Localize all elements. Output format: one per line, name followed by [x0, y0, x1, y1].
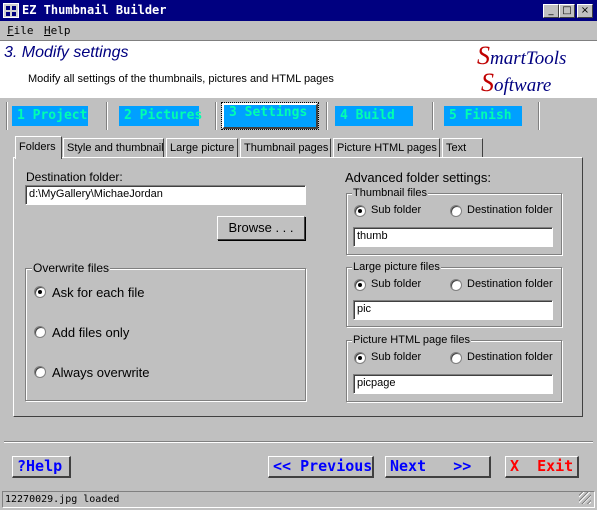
- ask-each-file-radio[interactable]: [34, 286, 46, 298]
- large-picture-files-title: Large picture files: [352, 261, 441, 273]
- menu-help-accel: H: [44, 24, 51, 37]
- tab-text[interactable]: Text: [442, 138, 483, 158]
- folders-tab-panel: Destination folder: d:\MyGallery\MichaeJ…: [13, 157, 583, 417]
- large-picture-destination-radio[interactable]: [450, 279, 462, 291]
- status-text: 12270029.jpg loaded: [5, 494, 120, 505]
- picture-html-folder-input[interactable]: picpage: [353, 374, 553, 394]
- logo-letter-s: S: [477, 41, 490, 70]
- menu-help[interactable]: Help: [44, 24, 71, 37]
- previous-button[interactable]: << Previous: [268, 456, 374, 478]
- ask-each-file-label: Ask for each file: [52, 285, 145, 300]
- bottom-divider: [4, 441, 593, 443]
- step-separator: [538, 102, 540, 130]
- status-bar: 12270029.jpg loaded: [2, 491, 595, 508]
- close-button[interactable]: ×: [577, 4, 593, 18]
- step-build-button[interactable]: 4 Build: [335, 106, 413, 126]
- app-icon[interactable]: [3, 3, 19, 18]
- minimize-button[interactable]: _: [543, 4, 559, 18]
- step-separator: [215, 102, 217, 130]
- always-overwrite-label: Always overwrite: [52, 365, 150, 380]
- exit-x-icon: X: [510, 457, 520, 475]
- picture-html-files-title: Picture HTML page files: [352, 334, 471, 346]
- step-pictures-button[interactable]: 2 Pictures: [119, 106, 202, 126]
- step-settings-button[interactable]: 3 Settings: [221, 102, 319, 130]
- destination-folder-label: Destination folder:: [26, 170, 123, 184]
- logo-text-oftware: oftware: [494, 75, 552, 96]
- tab-style-and-thumbnail[interactable]: Style and thumbnail: [63, 138, 164, 158]
- thumbnail-folder-input[interactable]: thumb: [353, 227, 553, 247]
- large-picture-destination-label: Destination folder: [467, 278, 553, 290]
- picture-html-subfolder-radio[interactable]: [354, 352, 366, 364]
- large-picture-subfolder-radio[interactable]: [354, 279, 366, 291]
- maximize-button[interactable]: □: [559, 4, 575, 18]
- thumbnail-destination-radio[interactable]: [450, 205, 462, 217]
- thumbnail-subfolder-label: Sub folder: [371, 204, 422, 216]
- tab-large-picture[interactable]: Large picture: [166, 138, 238, 158]
- smarttools-logo: SmartTools Software: [477, 41, 573, 97]
- logo-line-1: SmartTools: [477, 41, 566, 71]
- step-separator: [6, 102, 8, 130]
- menu-file-label: ile: [13, 24, 34, 37]
- next-button[interactable]: Next >>: [385, 456, 491, 478]
- always-overwrite-radio[interactable]: [34, 366, 46, 378]
- add-files-only-radio[interactable]: [34, 326, 46, 338]
- thumbnail-files-title: Thumbnail files: [352, 187, 428, 199]
- step-separator: [432, 102, 434, 130]
- destination-folder-input[interactable]: d:\MyGallery\MichaeJordan: [25, 185, 306, 205]
- resize-grip-icon[interactable]: [579, 492, 591, 504]
- menu-file[interactable]: File: [7, 24, 34, 37]
- logo-line-2: Software: [481, 68, 551, 98]
- step-description: Modify all settings of the thumbnails, p…: [28, 73, 334, 85]
- step-finish-button[interactable]: 5 Finish: [444, 106, 522, 126]
- step-separator: [326, 102, 328, 130]
- window-title: EZ Thumbnail Builder: [22, 3, 167, 17]
- menu-help-label: elp: [50, 24, 71, 37]
- exit-label: Exit: [537, 457, 574, 475]
- picture-html-destination-radio[interactable]: [450, 352, 462, 364]
- overwrite-files-title: Overwrite files: [32, 261, 111, 275]
- tab-thumbnail-pages[interactable]: Thumbnail pages: [240, 138, 331, 158]
- tab-folders[interactable]: Folders: [15, 136, 62, 159]
- picture-html-destination-label: Destination folder: [467, 351, 553, 363]
- thumbnail-subfolder-radio[interactable]: [354, 205, 366, 217]
- title-bar: EZ Thumbnail Builder _ □ ×: [0, 0, 597, 21]
- logo-text-mart: martTools: [490, 48, 567, 69]
- step-title: 3. Modify settings: [4, 44, 129, 61]
- large-picture-subfolder-label: Sub folder: [371, 278, 422, 290]
- browse-button[interactable]: Browse . . .: [217, 216, 305, 240]
- large-picture-folder-input[interactable]: pic: [353, 300, 553, 320]
- tab-picture-html-pages[interactable]: Picture HTML pages: [333, 138, 440, 158]
- menu-file-accel: F: [7, 24, 14, 37]
- exit-button[interactable]: X Exit: [505, 456, 579, 478]
- header-panel: 3. Modify settings Modify all settings o…: [0, 40, 597, 98]
- advanced-folder-label: Advanced folder settings:: [345, 170, 491, 185]
- thumbnail-destination-label: Destination folder: [467, 204, 553, 216]
- step-project-button[interactable]: 1 Project: [12, 106, 88, 126]
- add-files-only-label: Add files only: [52, 325, 130, 340]
- logo-letter-s2: S: [481, 68, 494, 97]
- step-separator: [106, 102, 108, 130]
- menu-bar: File Help: [0, 21, 597, 40]
- picture-html-subfolder-label: Sub folder: [371, 351, 422, 363]
- help-button[interactable]: ?Help: [12, 456, 71, 478]
